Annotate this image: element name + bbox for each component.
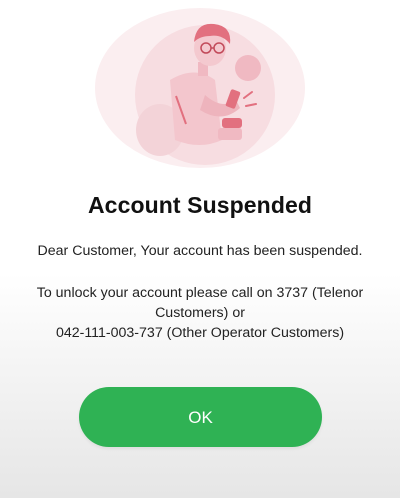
unlock-instructions-line: 042-111-003-737 (Other Operator Customer… [55,325,345,341]
unlock-instructions: To unlock your account please call on 37… [0,283,400,343]
ok-button[interactable]: OK [79,387,322,447]
person-using-phone-illustration [0,0,400,175]
unlock-instructions-line: Customers) or [155,305,245,321]
unlock-instructions-line: To unlock your account please call on 37… [36,285,364,301]
dialog-title: Account Suspended [87,192,313,218]
account-suspended-dialog: Account Suspended Dear Customer, Your ac… [0,0,400,498]
suspension-message: Dear Customer, Your account has been sus… [37,243,363,259]
